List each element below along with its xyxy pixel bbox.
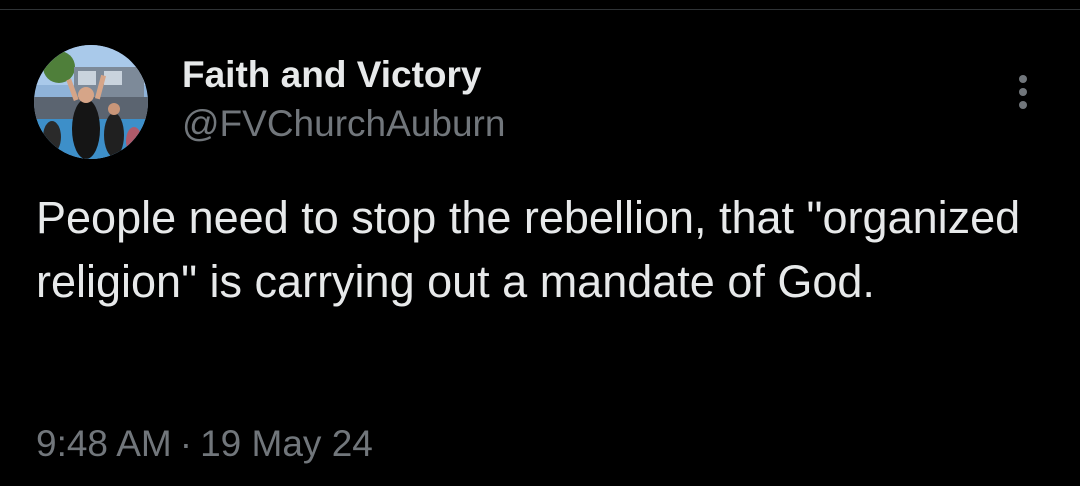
more-options-button[interactable] [1004,70,1042,114]
meta-separator: · [179,423,193,464]
avatar-photo [34,45,148,159]
tweet-text: People need to stop the rebellion, that … [36,192,1021,307]
top-divider [0,0,1080,10]
author-handle[interactable]: @FVChurchAuburn [182,101,505,147]
tweet-time[interactable]: 9:48 AM [36,423,172,464]
avatar[interactable] [34,45,148,159]
tweet-date[interactable]: 19 May 24 [200,423,373,464]
more-vertical-icon [1019,75,1027,109]
tweet-metadata: 9:48 AM · 19 May 24 [36,419,373,469]
author-display-name[interactable]: Faith and Victory [182,52,482,98]
